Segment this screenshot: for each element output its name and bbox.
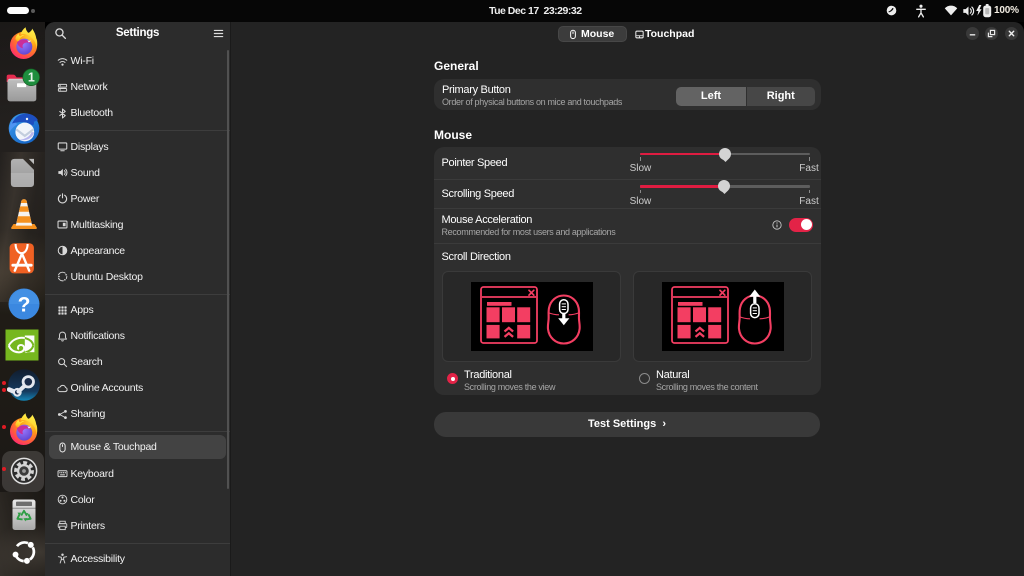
svg-text:1: 1	[28, 71, 35, 85]
svg-text:?: ?	[18, 293, 31, 316]
